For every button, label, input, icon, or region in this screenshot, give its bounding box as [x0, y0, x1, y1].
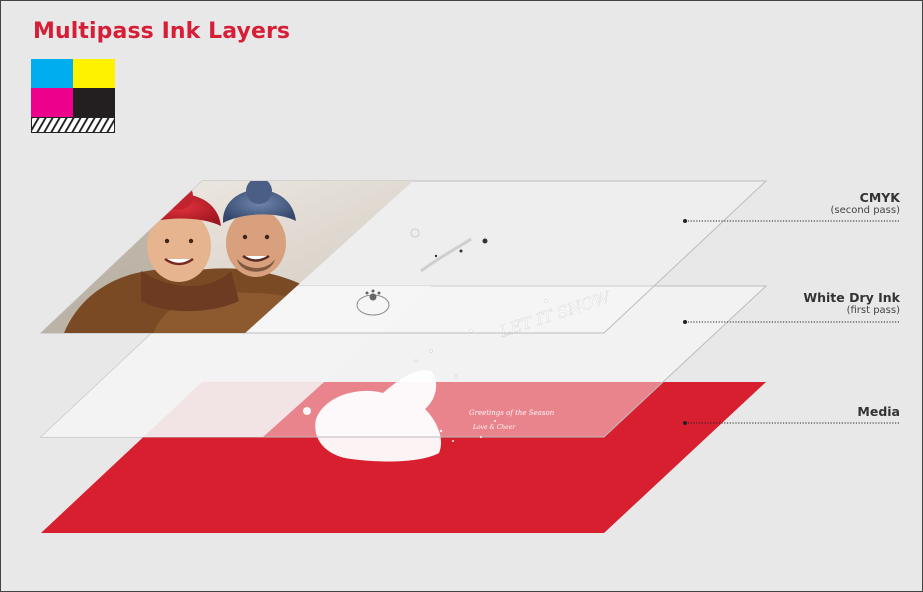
cmyk-layer-label: CMYK (second pass): [830, 190, 900, 217]
white-dry-ink-name: White Dry Ink: [803, 290, 900, 305]
white-dry-ink-subtitle: (first pass): [846, 305, 900, 316]
media-layer-label: Media: [857, 404, 900, 419]
media-layer-name: Media: [857, 404, 900, 419]
diagram-frame: Multipass Ink Layers Greetings of the Se…: [0, 0, 923, 592]
cmyk-layer-name: CMYK: [859, 190, 900, 205]
cmyk-layer-subtitle: (second pass): [830, 205, 900, 216]
layer-stack-diagram: Greetings of the Season Love & Cheer LET…: [39, 180, 900, 533]
white-dry-ink-label: White Dry Ink (first pass): [803, 290, 900, 317]
